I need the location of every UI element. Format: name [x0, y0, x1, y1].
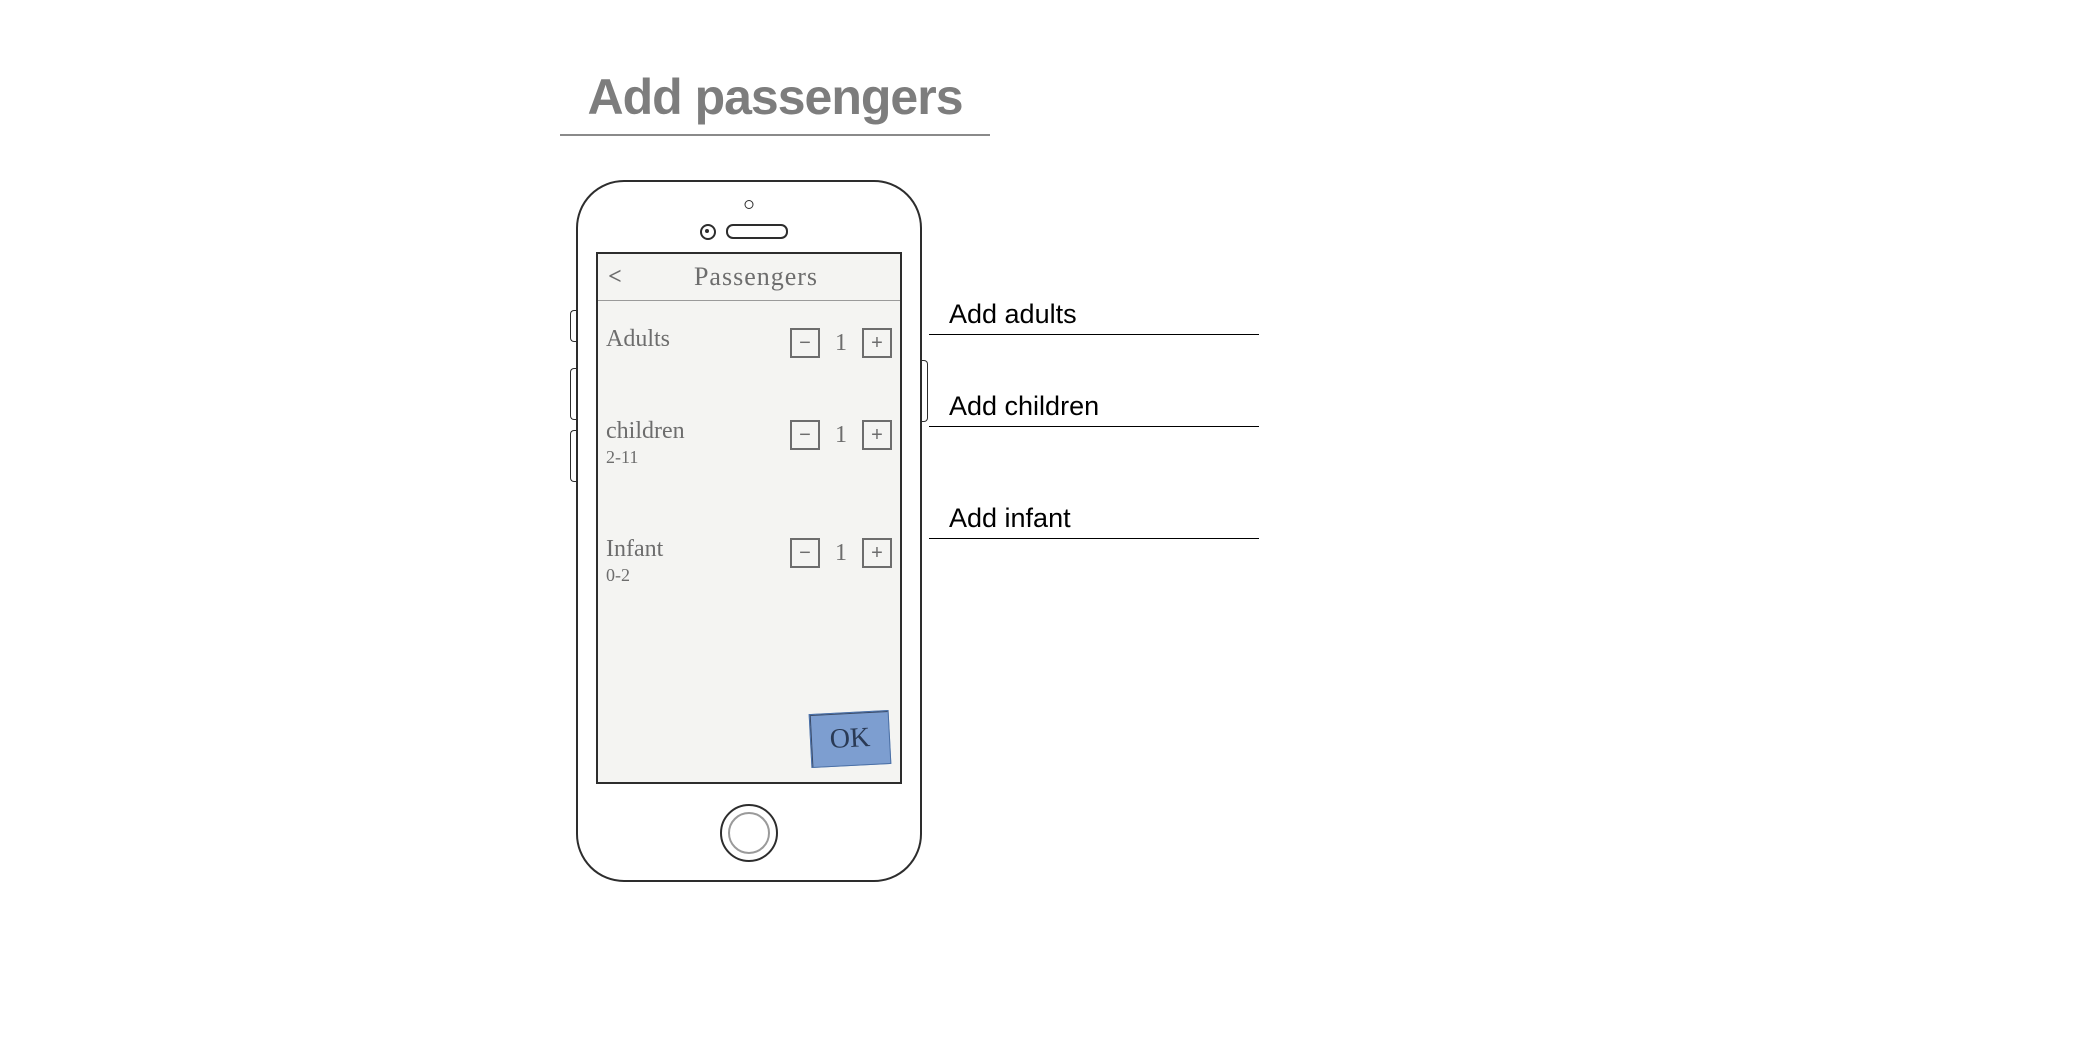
page-title: Add passengers	[560, 68, 990, 136]
side-button-icon	[570, 310, 577, 342]
home-button[interactable]	[720, 804, 778, 862]
camera-icon	[700, 224, 716, 240]
row-label: Infant 0-2	[606, 536, 790, 588]
quantity-stepper: − 1 +	[790, 328, 892, 358]
side-button-icon	[570, 430, 577, 482]
row-children: children 2-11 − 1 +	[606, 418, 892, 488]
side-button-icon	[570, 368, 577, 420]
quantity-value: 1	[832, 422, 850, 449]
label-sub: 0-2	[606, 562, 790, 588]
minus-button[interactable]: −	[790, 538, 820, 568]
speaker-icon	[726, 224, 788, 239]
quantity-value: 1	[832, 330, 850, 357]
callout-adults: Add adults	[929, 299, 1259, 335]
row-label: children 2-11	[606, 418, 790, 470]
quantity-stepper: − 1 +	[790, 538, 892, 568]
screen-title: Passengers	[612, 262, 900, 292]
phone-frame: < Passengers Adults − 1 + children 2-11	[576, 180, 922, 882]
screen-header: < Passengers	[598, 254, 900, 301]
label-text: Adults	[606, 326, 670, 352]
label-text: children	[606, 418, 685, 444]
plus-button[interactable]: +	[862, 328, 892, 358]
quantity-stepper: − 1 +	[790, 420, 892, 450]
ok-button[interactable]: OK	[809, 710, 892, 768]
minus-button[interactable]: −	[790, 420, 820, 450]
quantity-value: 1	[832, 540, 850, 567]
minus-button[interactable]: −	[790, 328, 820, 358]
row-adults: Adults − 1 +	[606, 326, 892, 396]
callout-children: Add children	[929, 391, 1259, 427]
label-sub: 2-11	[606, 444, 790, 470]
row-label: Adults	[606, 326, 790, 352]
row-infant: Infant 0-2 − 1 +	[606, 536, 892, 606]
label-text: Infant	[606, 536, 663, 562]
plus-button[interactable]: +	[862, 538, 892, 568]
side-button-icon	[921, 360, 928, 422]
plus-button[interactable]: +	[862, 420, 892, 450]
callout-infant: Add infant	[929, 503, 1259, 539]
screen: < Passengers Adults − 1 + children 2-11	[596, 252, 902, 784]
